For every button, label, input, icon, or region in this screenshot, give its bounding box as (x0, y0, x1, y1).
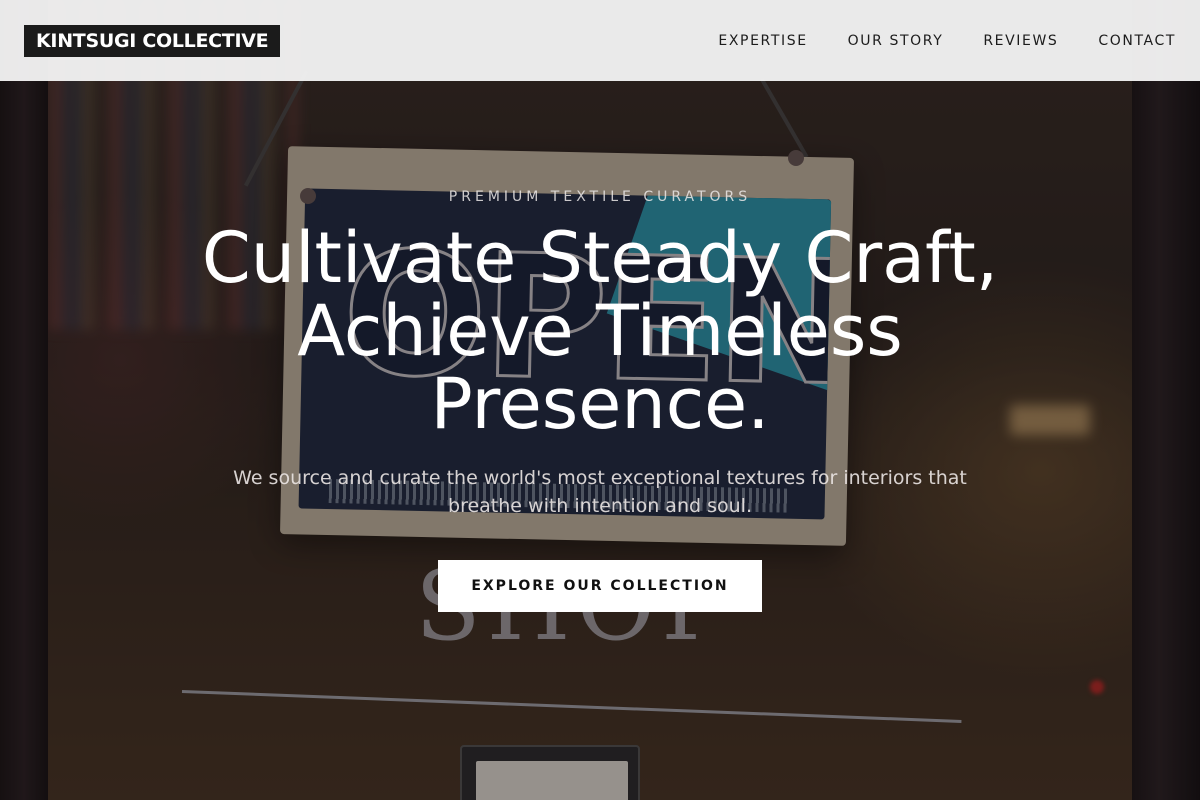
hero-eyebrow: PREMIUM TEXTILE CURATORS (448, 189, 752, 205)
nav-link-expertise[interactable]: EXPERTISE (718, 33, 807, 49)
hero-headline: Cultivate Steady Craft, Achieve Timeless… (201, 217, 999, 445)
hero-subtext: We source and curate the world's most ex… (233, 467, 967, 517)
nav-link-reviews[interactable]: REVIEWS (983, 33, 1058, 49)
main-nav: EXPERTISE OUR STORY REVIEWS CONTACT (718, 33, 1176, 49)
explore-collection-button[interactable]: EXPLORE OUR COLLECTION (438, 560, 762, 612)
nav-link-our-story[interactable]: OUR STORY (848, 33, 944, 49)
nav-link-contact[interactable]: CONTACT (1098, 33, 1176, 49)
brand-logo[interactable]: KINTSUGI COLLECTIVE (24, 24, 281, 57)
site-header: KINTSUGI COLLECTIVE EXPERTISE OUR STORY … (0, 0, 1200, 81)
hero-section: PREMIUM TEXTILE CURATORS Cultivate Stead… (0, 0, 1200, 800)
